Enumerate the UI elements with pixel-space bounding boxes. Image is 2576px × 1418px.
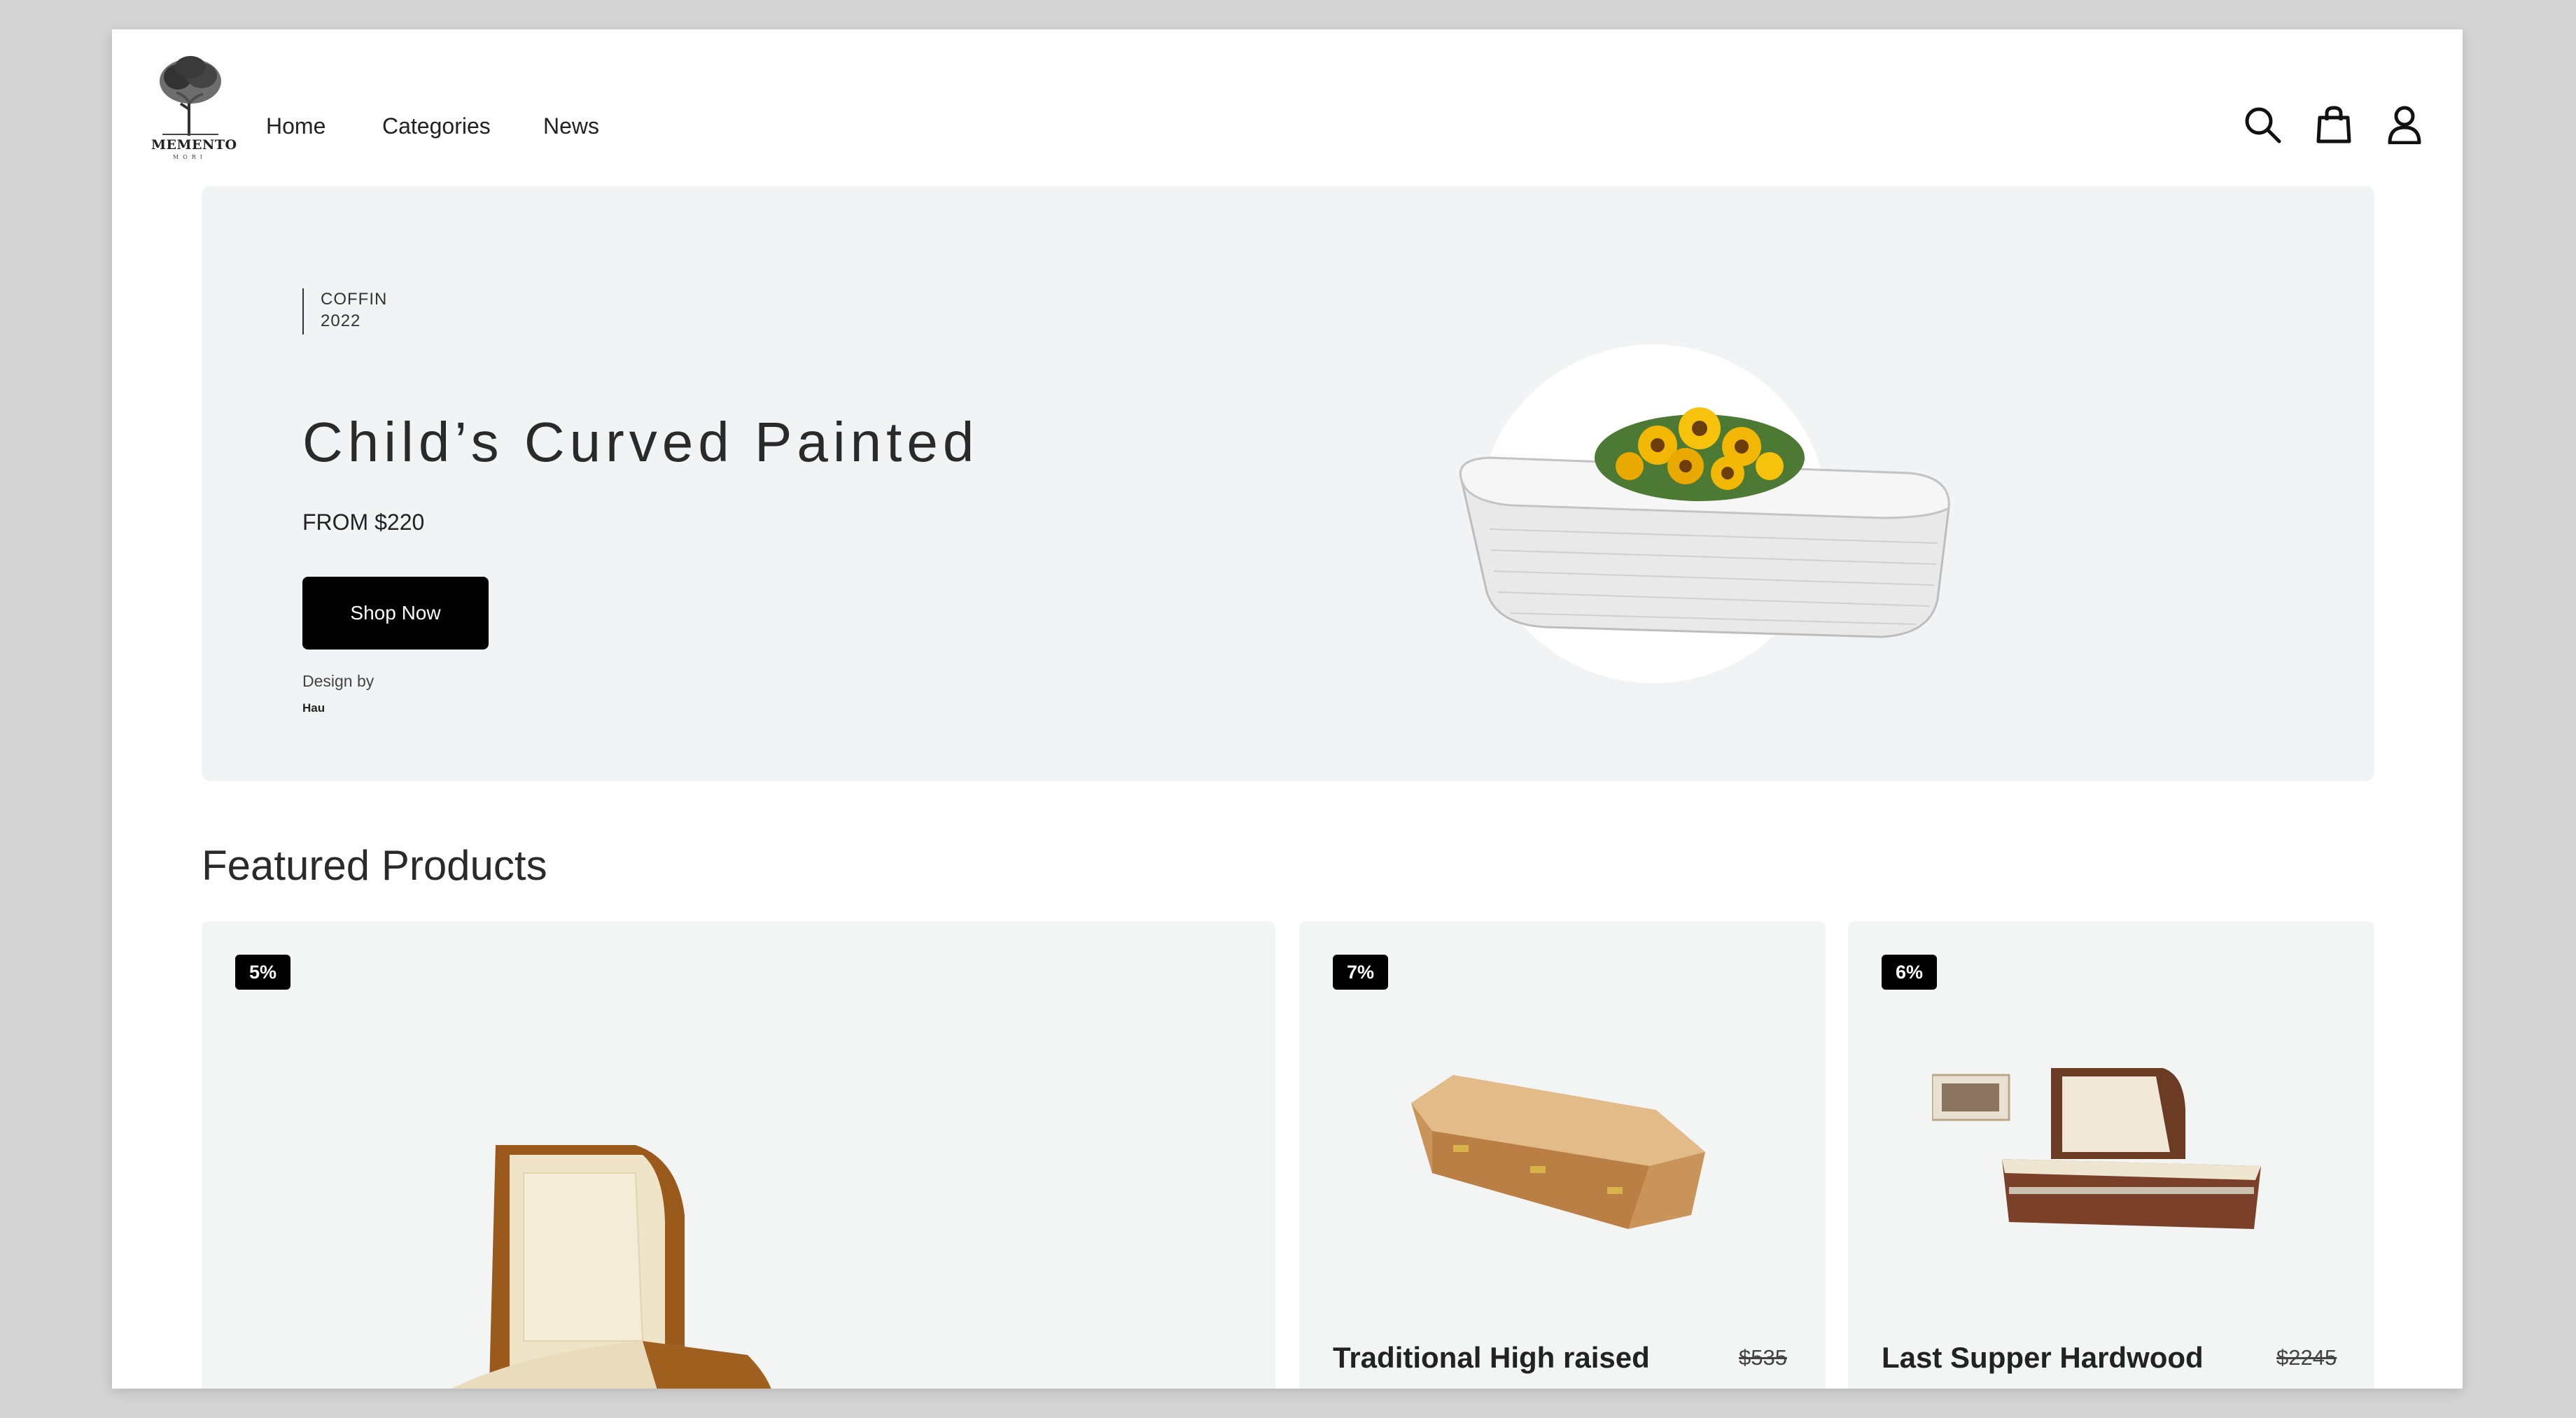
hero-price: FROM $220 xyxy=(302,510,425,535)
discount-badge: 7% xyxy=(1333,955,1389,990)
user-icon[interactable] xyxy=(2387,105,2422,148)
product-old-price: $535 xyxy=(1739,1345,1787,1370)
wooden-coffin-image xyxy=(1411,1075,1705,1229)
product-name[interactable]: Traditional High raised xyxy=(1333,1341,1650,1375)
designer-name: Hau xyxy=(302,701,326,715)
discount-badge: 6% xyxy=(1882,955,1938,990)
hero-tag: COFFIN 2022 xyxy=(302,288,387,335)
product-name[interactable]: Last Supper Hardwood xyxy=(1882,1341,2204,1375)
tree-logo-icon xyxy=(160,56,221,136)
shop-now-button[interactable]: Shop Now xyxy=(302,577,489,650)
shopping-bag-icon[interactable] xyxy=(2316,105,2352,148)
site-logo[interactable]: MEMENTO MORI xyxy=(151,53,237,165)
site-header: MEMENTO MORI Home Categories News xyxy=(112,29,2463,169)
product-card[interactable]: 6% Last Supper Hardwood $2245 xyxy=(1848,921,2374,1389)
hero-title: Child’s Curved Painted xyxy=(302,411,979,473)
product-card[interactable]: 7% Traditional High raised $535 xyxy=(1299,921,1826,1389)
nav-news[interactable]: News xyxy=(543,113,599,139)
logo-wordmark: MEMENTO xyxy=(151,137,237,153)
hero-category: COFFIN xyxy=(321,290,388,309)
product-old-price: $2245 xyxy=(2276,1345,2337,1370)
nav-home[interactable]: Home xyxy=(266,113,326,139)
browser-window: MEMENTO MORI Home Categories News COFFIN… xyxy=(112,29,2463,1389)
wicker-coffin-image xyxy=(1460,407,1950,638)
featured-products-title: Featured Products xyxy=(202,842,547,889)
hardwood-casket-image xyxy=(1932,1068,2261,1229)
logo-subtitle: MORI xyxy=(173,154,206,160)
hero-year: 2022 xyxy=(321,311,361,330)
nav-categories[interactable]: Categories xyxy=(382,113,491,139)
product-card[interactable]: 5% xyxy=(202,921,1275,1389)
casket-open-image xyxy=(451,1145,771,1389)
hero-banner: COFFIN 2022 Child’s Curved Painted FROM … xyxy=(202,186,2374,781)
design-by-label: Design by xyxy=(302,672,374,690)
discount-badge: 5% xyxy=(235,955,291,990)
search-icon[interactable] xyxy=(2243,105,2282,148)
